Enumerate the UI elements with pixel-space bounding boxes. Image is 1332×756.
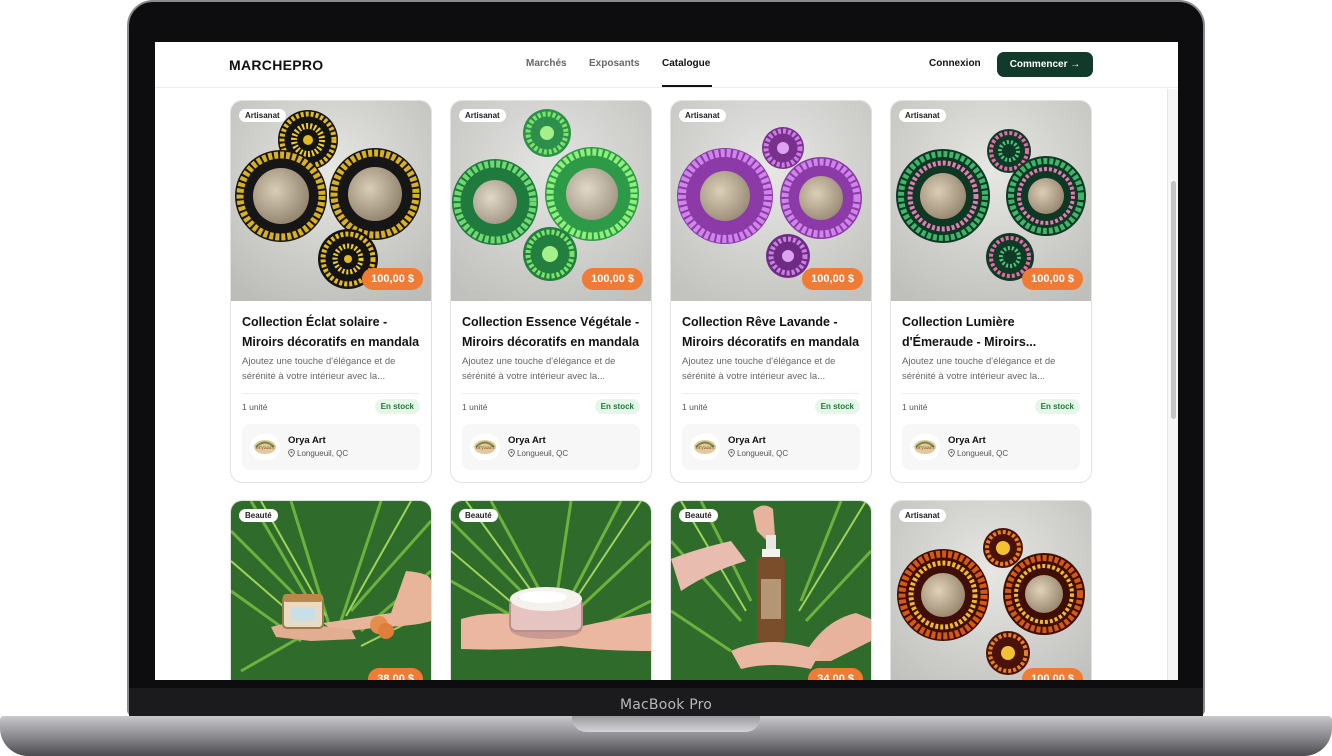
vendor-location-text: Longueuil, QC — [957, 449, 1009, 458]
divider — [242, 393, 420, 394]
category-badge: Artisanat — [899, 109, 946, 122]
device-label: MacBook Pro — [619, 697, 713, 713]
product-image[interactable]: Artisanat 100,00 $ — [891, 101, 1091, 301]
product-card[interactable]: Beauté 34,00 $ — [670, 500, 872, 680]
scrollbar-thumb[interactable] — [1171, 181, 1176, 419]
price-badge: 100,00 $ — [1022, 268, 1083, 290]
map-pin-icon — [288, 449, 295, 458]
category-badge: Beauté — [679, 509, 718, 522]
product-image[interactable]: Artisanat 100,00 $ — [671, 101, 871, 301]
start-button[interactable]: Commencer → — [997, 52, 1093, 77]
price-badge: 100,00 $ — [802, 268, 863, 290]
vendor-box[interactable]: oryaart Orya Art Longueuil, QC — [242, 424, 420, 470]
price-badge: 100,00 $ — [582, 268, 643, 290]
svg-text:oryaart: oryaart — [696, 445, 715, 451]
brand-logo[interactable]: MARCHEPRO — [229, 57, 323, 73]
browser-viewport: MARCHEPRO Marchés Exposants Catalogue Co… — [155, 42, 1178, 680]
category-badge: Beauté — [239, 509, 278, 522]
divider — [462, 393, 640, 394]
svg-text:oryaart: oryaart — [256, 445, 275, 451]
vendor-box[interactable]: oryaart Orya Art Longueuil, QC — [682, 424, 860, 470]
nav-link-marches[interactable]: Marchés — [526, 58, 567, 69]
vendor-name[interactable]: Orya Art — [728, 435, 766, 446]
price-badge: 38,00 $ — [368, 668, 423, 680]
product-description: Ajoutez une touche d'élégance et de séré… — [242, 356, 396, 382]
product-title[interactable]: Collection Essence Végétale - Miroirs dé… — [462, 312, 644, 352]
svg-text:oryaart: oryaart — [916, 445, 935, 451]
vendor-location-text: Longueuil, QC — [737, 449, 789, 458]
vendor-name[interactable]: Orya Art — [508, 435, 546, 446]
category-badge: Artisanat — [679, 109, 726, 122]
vendor-location: Longueuil, QC — [728, 449, 788, 458]
vendor-location: Longueuil, QC — [948, 449, 1008, 458]
product-image[interactable]: Beauté 34,00 $ — [671, 501, 871, 680]
stock-badge: En stock — [1034, 399, 1080, 414]
price-badge: 34,00 $ — [808, 668, 863, 680]
map-pin-icon — [948, 449, 955, 458]
product-card[interactable]: Beauté — [450, 500, 652, 680]
vendor-avatar: oryaart — [250, 434, 280, 460]
category-badge: Beauté — [459, 509, 498, 522]
stock-units: 1 unité — [682, 402, 708, 412]
product-description: Ajoutez une touche d'élégance et de séré… — [902, 356, 1056, 382]
product-image[interactable]: Beauté 38,00 $ — [231, 501, 431, 680]
product-image[interactable]: Beauté — [451, 501, 651, 680]
stock-units: 1 unité — [462, 402, 488, 412]
top-navbar: MARCHEPRO Marchés Exposants Catalogue Co… — [155, 42, 1178, 88]
vendor-avatar: oryaart — [690, 434, 720, 460]
nav-link-exposants[interactable]: Exposants — [589, 58, 640, 69]
stock-units: 1 unité — [242, 402, 268, 412]
vendor-avatar: oryaart — [910, 434, 940, 460]
divider — [682, 393, 860, 394]
vendor-location: Longueuil, QC — [508, 449, 568, 458]
svg-text:oryaart: oryaart — [476, 445, 495, 451]
vendor-location: Longueuil, QC — [288, 449, 348, 458]
stock-units: 1 unité — [902, 402, 928, 412]
vendor-name[interactable]: Orya Art — [288, 435, 326, 446]
product-card[interactable]: Artisanat 100,00 $ Collection Éclat sola… — [230, 100, 432, 483]
map-pin-icon — [508, 449, 515, 458]
product-card[interactable]: Beauté 38,00 $ — [230, 500, 432, 680]
login-link[interactable]: Connexion — [929, 58, 981, 69]
product-card[interactable]: Artisanat 100,00 $ Collection Essence Vé… — [450, 100, 652, 483]
stock-badge: En stock — [594, 399, 640, 414]
vendor-name[interactable]: Orya Art — [948, 435, 986, 446]
active-tab-indicator — [662, 85, 712, 87]
divider — [902, 393, 1080, 394]
stock-badge: En stock — [814, 399, 860, 414]
price-badge: 100,00 $ — [362, 268, 423, 290]
map-pin-icon — [728, 449, 735, 458]
vendor-location-text: Longueuil, QC — [297, 449, 349, 458]
nav-link-catalogue[interactable]: Catalogue — [662, 58, 710, 69]
product-description: Ajoutez une touche d'élégance et de séré… — [462, 356, 616, 382]
price-badge: 100,00 $ — [1022, 668, 1083, 680]
product-image[interactable]: Artisanat 100,00 $ — [231, 101, 431, 301]
vendor-box[interactable]: oryaart Orya Art Longueuil, QC — [462, 424, 640, 470]
product-title[interactable]: Collection Lumière d'Émeraude - Miroirs.… — [902, 312, 1084, 352]
stock-badge: En stock — [374, 399, 420, 414]
product-image[interactable]: Artisanat 100,00 $ — [891, 501, 1091, 680]
product-description: Ajoutez une touche d'élégance et de séré… — [682, 356, 836, 382]
scrollbar[interactable] — [1167, 89, 1178, 680]
vendor-avatar: oryaart — [470, 434, 500, 460]
product-card[interactable]: Artisanat 100,00 $ — [890, 500, 1092, 680]
product-image[interactable]: Artisanat 100,00 $ — [451, 101, 651, 301]
vendor-box[interactable]: oryaart Orya Art Longueuil, QC — [902, 424, 1080, 470]
category-badge: Artisanat — [459, 109, 506, 122]
product-card[interactable]: Artisanat 100,00 $ Collection Rêve Lavan… — [670, 100, 872, 483]
category-badge: Artisanat — [899, 509, 946, 522]
laptop-notch — [572, 716, 760, 732]
vendor-location-text: Longueuil, QC — [517, 449, 569, 458]
product-title[interactable]: Collection Rêve Lavande - Miroirs décora… — [682, 312, 864, 352]
product-card[interactable]: Artisanat 100,00 $ Collection Lumière d'… — [890, 100, 1092, 483]
product-title[interactable]: Collection Éclat solaire - Miroirs décor… — [242, 312, 424, 352]
category-badge: Artisanat — [239, 109, 286, 122]
